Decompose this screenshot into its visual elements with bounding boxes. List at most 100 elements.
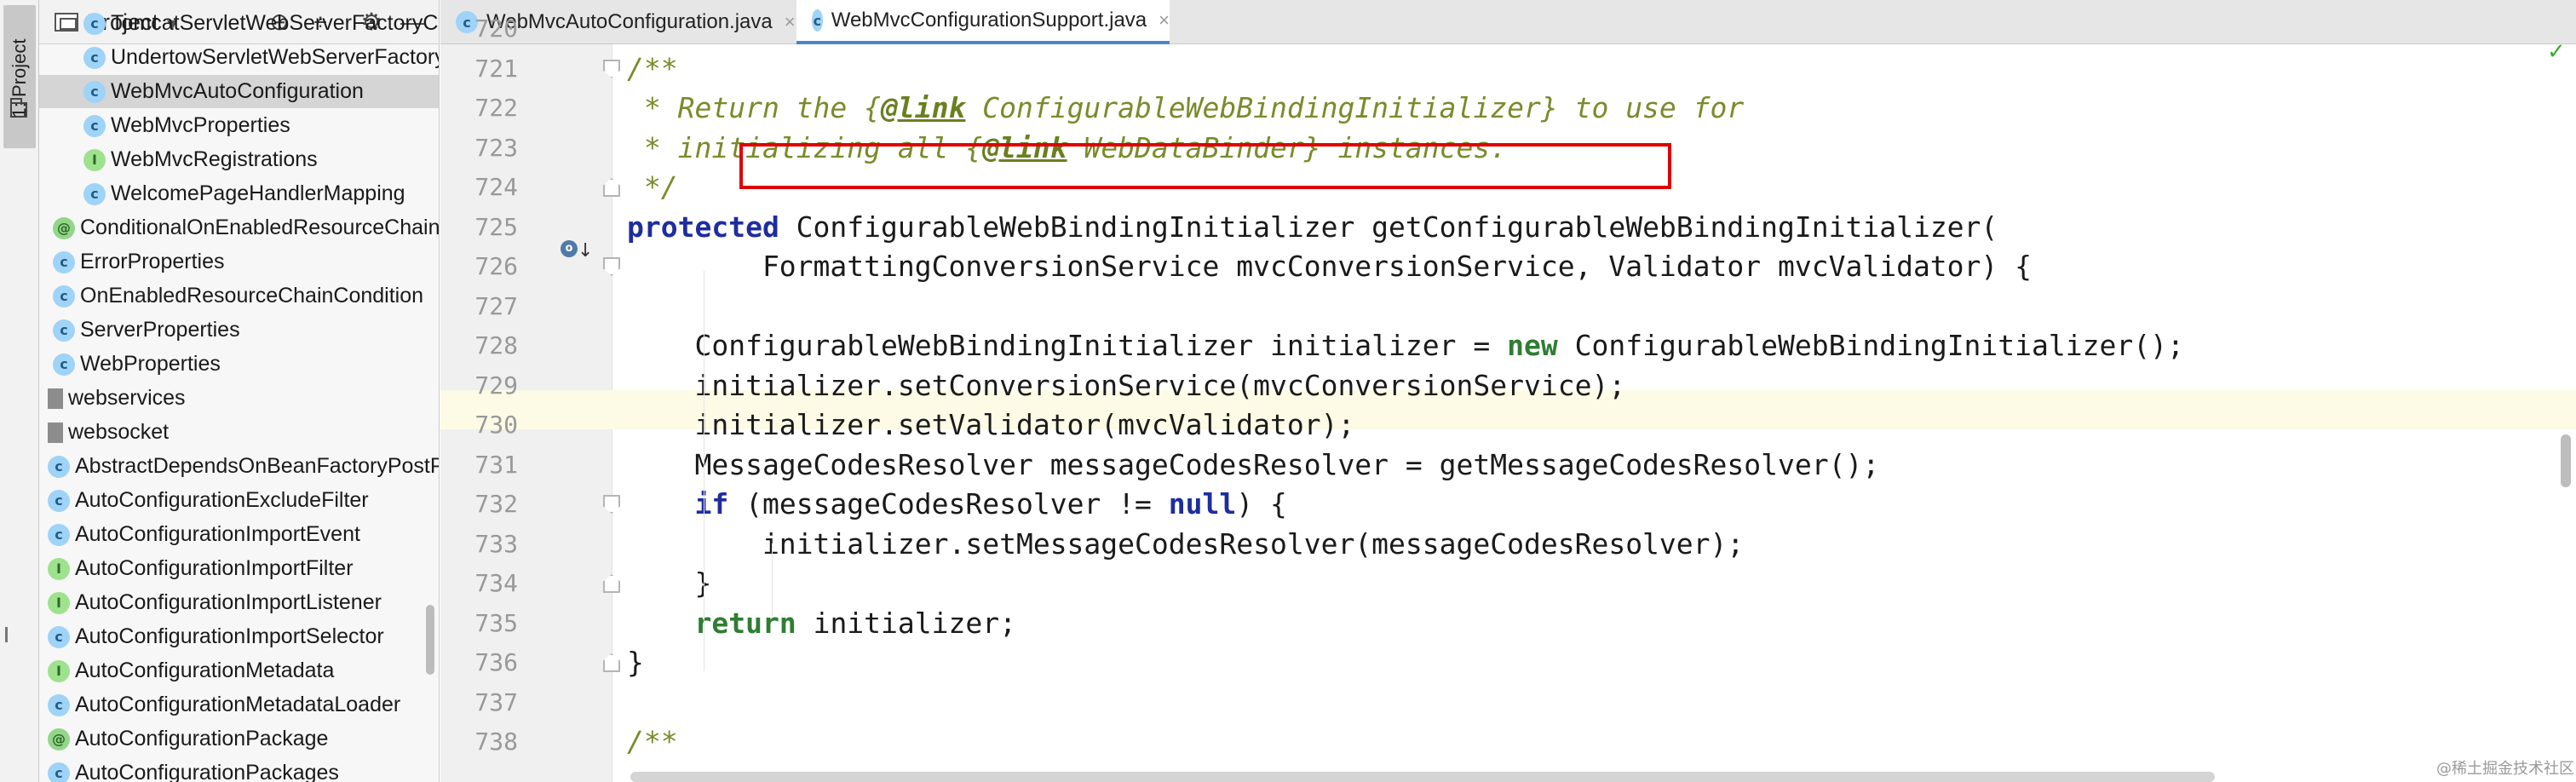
- code-token: initializer;: [796, 606, 1016, 640]
- line-number[interactable]: 729: [443, 366, 518, 405]
- code-token: /**: [627, 725, 678, 758]
- class-icon: c: [83, 182, 106, 205]
- line-number[interactable]: 734: [443, 564, 518, 603]
- line-number[interactable]: 721: [443, 49, 518, 89]
- close-icon[interactable]: ×: [785, 11, 796, 33]
- code-line[interactable]: ConfigurableWebBindingInitializer initia…: [627, 326, 2184, 365]
- code-line[interactable]: initializer.setMessageCodesResolver(mess…: [627, 525, 1744, 564]
- indent-guide: [772, 543, 773, 617]
- tree-item[interactable]: cUndertowServletWebServerFactoryCustomiz…: [39, 41, 439, 74]
- class-icon: c: [83, 114, 106, 137]
- class-icon: c: [83, 80, 106, 103]
- code-token: null: [1168, 487, 1237, 520]
- code-line[interactable]: if (messageCodesResolver != null) {: [627, 485, 1286, 524]
- code-token: initializer.setConversionService(mvcConv…: [627, 368, 1626, 402]
- line-number[interactable]: 735: [443, 604, 518, 643]
- project-tool-tab[interactable]: 1: Project: [3, 5, 36, 148]
- code-line[interactable]: return initializer;: [627, 604, 1016, 643]
- tree-item[interactable]: @ ConditionalOnEnabledResourceChain: [39, 211, 439, 244]
- tree-item[interactable]: c AutoConfigurationExcludeFilter: [39, 484, 439, 517]
- tree-item[interactable]: c AutoConfigurationImportEvent: [39, 518, 439, 551]
- code-token: ConfigurableWebBindingInitializer();: [1557, 329, 2184, 362]
- tree-item[interactable]: webservices: [39, 382, 439, 415]
- line-number[interactable]: 723: [443, 129, 518, 168]
- code-token: */: [627, 170, 678, 204]
- close-icon[interactable]: ×: [1159, 9, 1170, 32]
- code-token: protected: [627, 210, 779, 244]
- code-line[interactable]: /**: [627, 722, 678, 762]
- class-icon: c: [812, 9, 823, 32]
- project-panel: Project ▾ ⊕ ÷ ⚙ — c TomcatServletWebServe…: [39, 0, 440, 782]
- line-number[interactable]: 726: [443, 247, 518, 286]
- tree-item[interactable]: websocket: [39, 416, 439, 449]
- inspection-ok-icon[interactable]: ✓: [2547, 39, 2566, 65]
- code-token: @link: [881, 91, 966, 124]
- line-number[interactable]: 727: [443, 287, 518, 326]
- line-number[interactable]: 731: [443, 446, 518, 485]
- code-line[interactable]: FormattingConversionService mvcConversio…: [627, 247, 2032, 286]
- class-icon: c: [48, 625, 70, 648]
- tree-item[interactable]: c AutoConfigurationImportSelector: [39, 620, 439, 653]
- strip-marker: [5, 627, 12, 642]
- tree-item[interactable]: I AutoConfigurationMetadata: [39, 654, 439, 687]
- tree-item[interactable]: cTomcatServletWebServerFactoryCustomizer: [39, 7, 439, 40]
- tree-item[interactable]: c OnEnabledResourceChainCondition: [39, 279, 439, 313]
- line-number[interactable]: 725: [443, 208, 518, 247]
- line-number[interactable]: 736: [443, 643, 518, 682]
- line-number[interactable]: 733: [443, 525, 518, 564]
- override-method-icon[interactable]: o ↓: [561, 235, 593, 262]
- line-number[interactable]: 738: [443, 722, 518, 762]
- line-number[interactable]: 724: [443, 168, 518, 207]
- code-token: ConfigurableWebBindingInitializer getCon…: [779, 210, 1998, 244]
- tree-item-label: AutoConfigurationImportListener: [75, 590, 382, 614]
- tree-item-label: TomcatServletWebServerFactoryCustomizer: [111, 11, 439, 35]
- tree-item-label: WebMvcRegistrations: [111, 147, 318, 171]
- code-line[interactable]: }: [627, 564, 711, 603]
- tree-item[interactable]: c ErrorProperties: [39, 245, 439, 279]
- tree-item[interactable]: c WelcomePageHandlerMapping: [39, 177, 439, 210]
- tree-item[interactable]: cAbstractDependsOnBeanFactoryPostProcess…: [39, 450, 439, 483]
- code-token: if: [694, 487, 729, 520]
- editor-tab-bar: c WebMvcAutoConfiguration.java × c WebMv…: [440, 0, 2576, 44]
- line-number[interactable]: 728: [443, 326, 518, 365]
- editor-vertical-scrollbar[interactable]: [2561, 434, 2571, 487]
- class-icon: c: [83, 12, 106, 35]
- tab-webmvcconfigurationsupport[interactable]: c WebMvcConfigurationSupport.java ×: [796, 0, 1170, 44]
- code-line[interactable]: }: [627, 643, 644, 682]
- code-line[interactable]: initializer.setValidator(mvcValidator);: [627, 405, 1354, 445]
- code-line[interactable]: /**: [627, 49, 678, 89]
- annotation-icon: @: [53, 216, 75, 239]
- tree-item[interactable]: c AutoConfigurationPackages: [39, 756, 439, 782]
- class-icon: c: [48, 455, 70, 478]
- tree-item[interactable]: I WebMvcRegistrations: [39, 143, 439, 176]
- line-number[interactable]: 730: [443, 405, 518, 445]
- code-line[interactable]: MessageCodesResolver messageCodesResolve…: [627, 446, 1879, 485]
- code-token: (messageCodesResolver !=: [728, 487, 1169, 520]
- tree-item[interactable]: c WebMvcAutoConfiguration: [39, 75, 439, 108]
- tree-item[interactable]: @ AutoConfigurationPackage: [39, 722, 439, 756]
- line-number[interactable]: 737: [443, 683, 518, 722]
- line-number[interactable]: 720: [443, 9, 518, 49]
- code-token: }: [627, 566, 712, 600]
- tab-label: WebMvcConfigurationSupport.java: [831, 9, 1147, 32]
- tree-item-label: UndertowServletWebServerFactoryCustomize…: [111, 45, 439, 69]
- code-line[interactable]: */: [627, 168, 678, 207]
- watermark: @稀土掘金技术社区: [2436, 760, 2574, 778]
- code-line[interactable]: * Return the {@link ConfigurableWebBindi…: [627, 89, 1744, 128]
- code-line[interactable]: protected ConfigurableWebBindingInitiali…: [627, 208, 1998, 247]
- tree-item[interactable]: I AutoConfigurationImportFilter: [39, 552, 439, 585]
- tree-item-label: WebProperties: [80, 352, 221, 376]
- line-number[interactable]: 722: [443, 89, 518, 128]
- project-scrollbar[interactable]: [426, 605, 434, 675]
- tree-item[interactable]: c ServerProperties: [39, 313, 439, 347]
- code-line[interactable]: initializer.setConversionService(mvcConv…: [627, 366, 1625, 405]
- tree-item[interactable]: c AutoConfigurationMetadataLoader: [39, 688, 439, 722]
- code-token: * Return the {: [627, 91, 882, 124]
- line-number[interactable]: 732: [443, 485, 518, 524]
- tree-item[interactable]: I AutoConfigurationImportListener: [39, 586, 439, 619]
- tree-item-label: WelcomePageHandlerMapping: [111, 181, 405, 205]
- tree-item[interactable]: c WebMvcProperties: [39, 109, 439, 142]
- tree-item[interactable]: c WebProperties: [39, 348, 439, 381]
- editor-horizontal-scrollbar[interactable]: [630, 772, 2215, 782]
- tree-item-label: OnEnabledResourceChainCondition: [80, 284, 424, 308]
